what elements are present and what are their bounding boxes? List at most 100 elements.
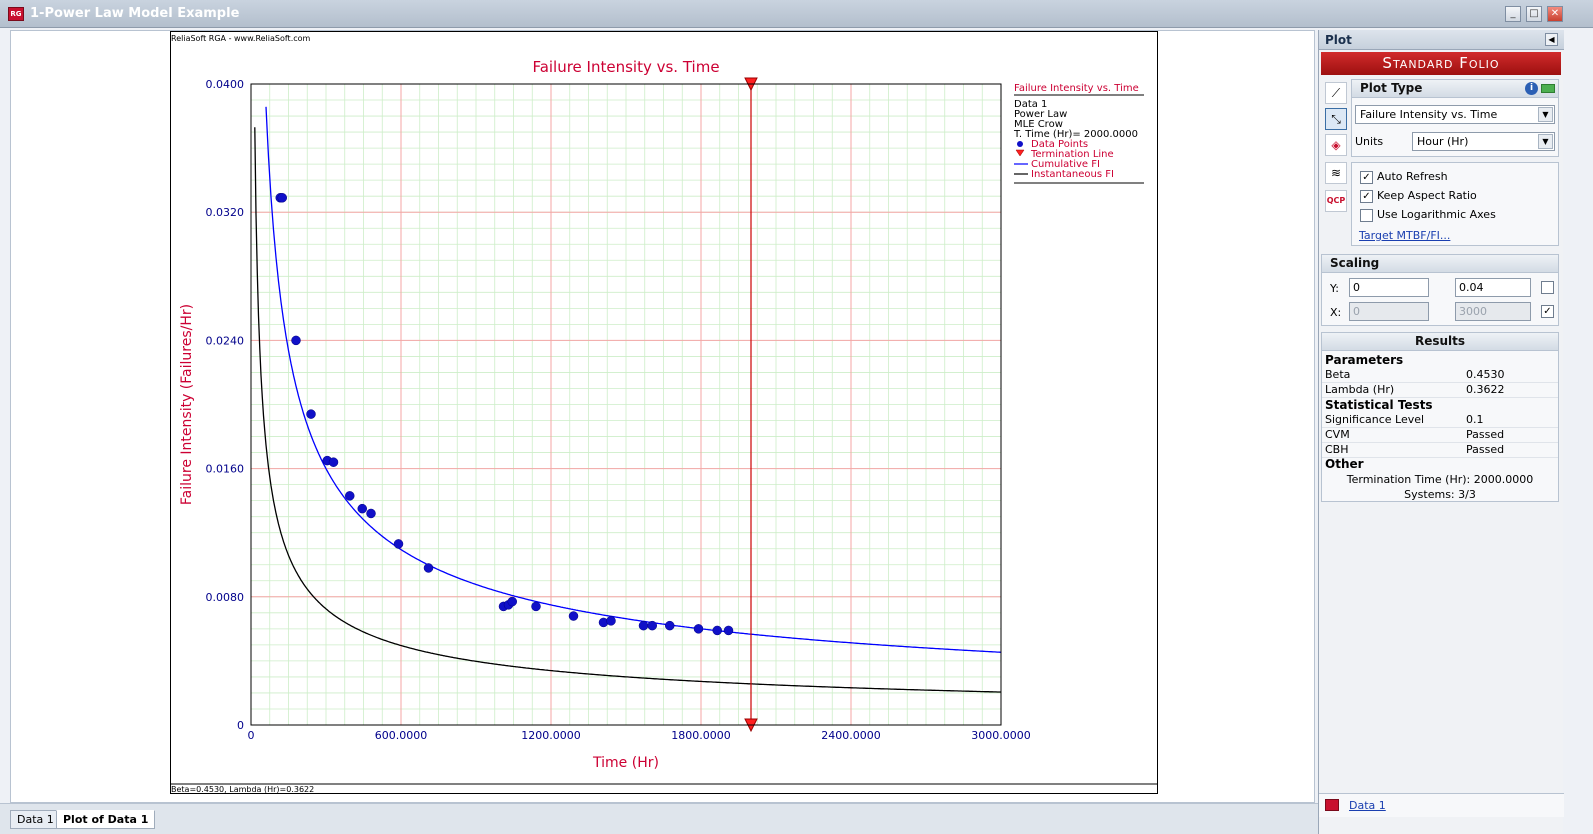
window-title: 1-Power Law Model Example xyxy=(30,6,240,21)
info-icon[interactable]: i xyxy=(1525,82,1538,95)
minimize-button[interactable]: _ xyxy=(1505,6,1521,22)
data-point[interactable] xyxy=(531,601,541,612)
y-tick-label: 0.0320 xyxy=(206,206,245,219)
beta-row: Beta 0.4530 xyxy=(1322,368,1558,383)
data-point[interactable] xyxy=(606,616,616,626)
scatter-plot-tool-icon[interactable]: ⟋ xyxy=(1325,82,1347,104)
qcp-tool-icon[interactable]: QCP xyxy=(1325,190,1347,212)
chart-header-text: ReliaSoft RGA - www.ReliaSoft.com xyxy=(171,34,311,43)
statistical-tests-heading: Statistical Tests xyxy=(1325,398,1433,412)
plot-type-select[interactable]: Failure Intensity vs. Time ▼ xyxy=(1355,105,1555,124)
other-heading: Other xyxy=(1325,457,1364,471)
keep-aspect-option[interactable]: ✓ Keep Aspect Ratio xyxy=(1360,189,1477,205)
data-point[interactable] xyxy=(647,620,657,631)
maximize-button[interactable]: □ xyxy=(1526,6,1542,22)
plot-panel: Plot ◀ Standard Folio ⟋ ⤡ ◈ ≋ QCP Plot T… xyxy=(1318,30,1564,834)
data-point[interactable] xyxy=(306,409,316,419)
data-point[interactable] xyxy=(357,503,367,514)
legend-title: Failure Intensity vs. Time xyxy=(1014,83,1139,94)
chart-title: Failure Intensity vs. Time xyxy=(532,58,719,76)
x-tick-label: 0 xyxy=(248,729,255,742)
data-point[interactable] xyxy=(665,620,675,631)
keep-aspect-checkbox[interactable]: ✓ xyxy=(1360,189,1373,203)
collapse-panel-button[interactable]: ◀ xyxy=(1545,33,1558,46)
legend-entry-label: Instantaneous FI xyxy=(1031,169,1114,180)
x-tick-label: 1200.0000 xyxy=(521,729,581,742)
x-min-input[interactable]: 0 xyxy=(1349,302,1429,321)
plot-options-group: ✓ Auto Refresh ✓ Keep Aspect Ratio Use Log… xyxy=(1351,162,1559,246)
data-point[interactable] xyxy=(328,457,339,467)
y-tick-label: 0.0240 xyxy=(206,334,245,347)
chart-footer-text: Beta=0.4530, Lambda (Hr)=0.3622 xyxy=(171,785,314,793)
plot-type-value: Failure Intensity vs. Time xyxy=(1360,108,1498,121)
data-point[interactable] xyxy=(393,539,404,549)
multi-plot-tool-icon[interactable]: ≋ xyxy=(1325,162,1347,184)
app-icon: RG xyxy=(8,7,24,21)
plot-type-group: Plot Type i Failure Intensity vs. Time ▼… xyxy=(1351,79,1559,157)
y-min-input[interactable]: 0 xyxy=(1349,278,1429,297)
data-point[interactable] xyxy=(638,620,649,631)
x-tick-label: 1800.0000 xyxy=(671,729,731,742)
x-auto-checkbox[interactable]: ✓ xyxy=(1541,305,1554,318)
window-titlebar: RG 1-Power Law Model Example _ □ ✕ xyxy=(0,0,1593,28)
cbh-row: CBH Passed xyxy=(1322,443,1558,458)
x-tick-label: 600.0000 xyxy=(375,729,428,742)
significance-row: Significance Level 0.1 xyxy=(1322,413,1558,428)
chart-frame: ReliaSoft RGA - www.ReliaSoft.com Beta=0… xyxy=(170,31,1158,794)
chart-svg[interactable]: ReliaSoft RGA - www.ReliaSoft.com Beta=0… xyxy=(171,32,1157,793)
tab-plot-of-data-1[interactable]: Plot of Data 1 xyxy=(56,810,156,829)
data-point[interactable] xyxy=(723,625,734,636)
data-point[interactable] xyxy=(712,625,722,636)
data-1-link[interactable]: Data 1 xyxy=(1349,799,1386,812)
y-tick-label: 0.0160 xyxy=(206,463,245,476)
y-scale-label: Y: xyxy=(1330,282,1339,295)
failure-intensity-plot-tool-icon[interactable]: ⤡ xyxy=(1325,108,1347,130)
data-point[interactable] xyxy=(366,508,376,519)
systems-result: Systems: 3/3 xyxy=(1404,488,1476,501)
y-tick-label: 0.0400 xyxy=(206,78,245,91)
y-axis-label: Failure Intensity (Failures/Hr) xyxy=(179,304,195,505)
legend-termination-icon xyxy=(1015,149,1025,157)
data-point[interactable] xyxy=(423,563,434,573)
plot-panel-header: Plot ◀ xyxy=(1319,30,1564,50)
chevron-down-icon: ▼ xyxy=(1538,134,1553,149)
log-axes-checkbox[interactable] xyxy=(1360,208,1373,222)
cvm-row: CVM Passed xyxy=(1322,428,1558,443)
termination-time-result: Termination Time (Hr): 2000.0000 xyxy=(1346,473,1534,486)
parameters-heading: Parameters xyxy=(1325,353,1404,367)
data-point[interactable] xyxy=(277,193,287,203)
scaling-header: Scaling xyxy=(1322,255,1558,273)
status-indicator-icon xyxy=(1541,84,1555,93)
data-point[interactable] xyxy=(291,335,301,346)
close-button[interactable]: ✕ xyxy=(1547,6,1563,22)
auto-refresh-option[interactable]: ✓ Auto Refresh xyxy=(1360,170,1448,186)
x-max-input[interactable]: 3000 xyxy=(1455,302,1531,321)
units-label: Units xyxy=(1355,135,1384,148)
x-axis-label: Time (Hr) xyxy=(592,755,659,771)
data-point[interactable] xyxy=(568,611,579,621)
tab-data-1[interactable]: Data 1 xyxy=(10,810,61,829)
panel-footer: Data 1 xyxy=(1319,793,1564,817)
x-scale-label: X: xyxy=(1330,306,1342,319)
units-value: Hour (Hr) xyxy=(1417,135,1469,148)
lambda-row: Lambda (Hr) 0.3622 xyxy=(1322,383,1558,398)
document-tabs: Data 1 Plot of Data 1 xyxy=(0,803,1318,834)
y-tick-label: 0.0080 xyxy=(206,591,245,604)
data-point[interactable] xyxy=(693,624,704,634)
confidence-bounds-tool-icon[interactable]: ◈ xyxy=(1325,134,1347,156)
data-point[interactable] xyxy=(507,596,517,607)
y-auto-checkbox[interactable] xyxy=(1541,281,1554,294)
scaling-group: Scaling Y: 0 0.04 X: 0 3000 ✓ xyxy=(1321,254,1559,326)
data-sheet-icon xyxy=(1325,799,1339,811)
y-tick-label: 0 xyxy=(237,719,244,732)
target-mtbf-link[interactable]: Target MTBF/FI... xyxy=(1359,229,1450,242)
standard-folio-banner: Standard Folio xyxy=(1321,52,1561,75)
auto-refresh-checkbox[interactable]: ✓ xyxy=(1360,170,1373,184)
log-axes-option[interactable]: Use Logarithmic Axes xyxy=(1360,208,1496,224)
plot-panel-title: Plot xyxy=(1325,33,1352,47)
units-select[interactable]: Hour (Hr) ▼ xyxy=(1412,132,1555,151)
chevron-down-icon: ▼ xyxy=(1538,107,1553,122)
legend-data-points-icon xyxy=(1017,141,1023,147)
data-point[interactable] xyxy=(345,491,355,501)
y-max-input[interactable]: 0.04 xyxy=(1455,278,1531,297)
